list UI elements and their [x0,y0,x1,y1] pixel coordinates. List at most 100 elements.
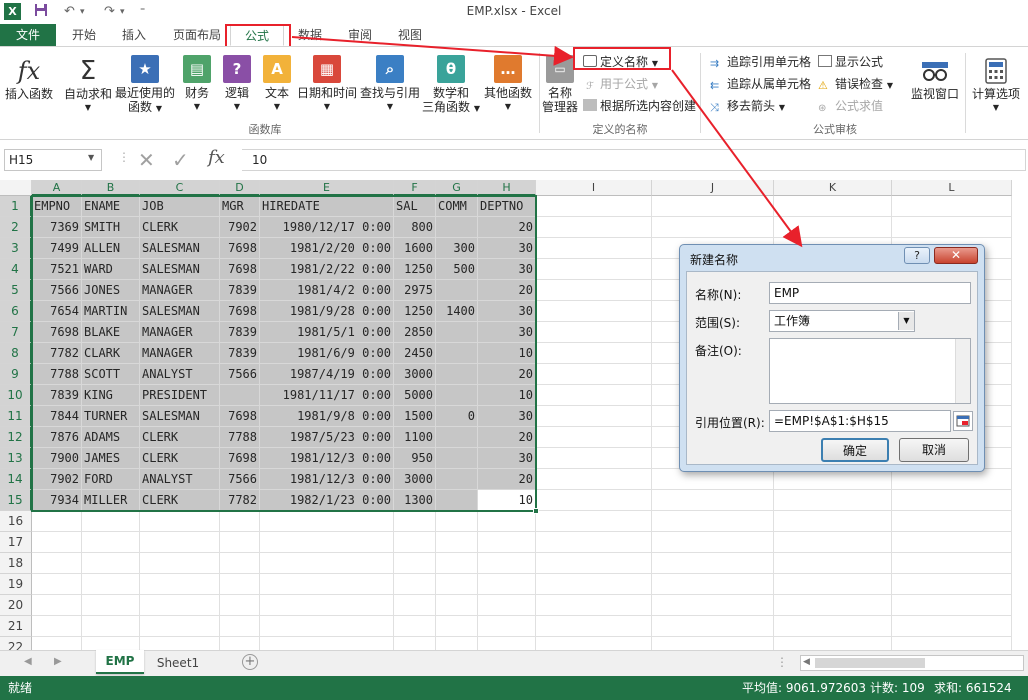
cell[interactable] [260,595,394,616]
cell[interactable] [652,616,774,637]
cell-b15[interactable]: MILLER [82,490,140,511]
cell[interactable] [82,595,140,616]
cell-c8[interactable]: MANAGER [140,343,220,364]
cell[interactable] [436,595,478,616]
cell-d11[interactable]: 7698 [220,406,260,427]
cell[interactable] [436,574,478,595]
column-header-e[interactable]: E [260,180,394,196]
cell[interactable] [478,553,536,574]
cell-d8[interactable]: 7839 [220,343,260,364]
cell-a13[interactable]: 7900 [32,448,82,469]
cell[interactable] [220,595,260,616]
cell[interactable] [394,511,436,532]
cell-e2[interactable]: 1980/12/17 0:00 [260,217,394,238]
scroll-left-icon[interactable]: ◀ [24,656,32,667]
cell-a4[interactable]: 7521 [32,259,82,280]
cell-b1[interactable]: ENAME [82,196,140,217]
insert-function-icon[interactable]: fx [208,147,225,168]
cell[interactable] [892,553,1012,574]
cell-e12[interactable]: 1987/5/23 0:00 [260,427,394,448]
row-header-7[interactable]: 7 [0,322,32,343]
cell[interactable] [536,490,652,511]
cell-b3[interactable]: ALLEN [82,238,140,259]
cell[interactable] [774,637,892,650]
column-header-h[interactable]: H [478,180,536,196]
cell[interactable] [774,490,892,511]
cell[interactable] [536,322,652,343]
collapse-dialog-icon[interactable] [953,411,973,431]
cell-b10[interactable]: KING [82,385,140,406]
name-box-dropdown-icon[interactable]: ▼ [88,153,94,162]
row-header-9[interactable]: 9 [0,364,32,385]
cell[interactable] [436,280,478,301]
cell[interactable] [652,217,774,238]
cell-c11[interactable]: SALESMAN [140,406,220,427]
cell-b2[interactable]: SMITH [82,217,140,238]
cell[interactable] [774,469,892,490]
cell[interactable] [892,532,1012,553]
cell[interactable] [436,511,478,532]
cell-a1[interactable]: EMPNO [32,196,82,217]
tab-data[interactable]: 数据 [290,24,330,46]
cell[interactable] [652,574,774,595]
cell[interactable] [260,574,394,595]
calculation-options-button[interactable]: 计算选项 ▼ [967,55,1025,115]
column-header-c[interactable]: C [140,180,220,196]
cell[interactable] [220,553,260,574]
cell-d6[interactable]: 7698 [220,301,260,322]
cell-d7[interactable]: 7839 [220,322,260,343]
cell[interactable] [536,637,652,650]
cell-b13[interactable]: JAMES [82,448,140,469]
cell[interactable] [536,259,652,280]
sheet-splitter-icon[interactable]: ⋮ [776,655,788,669]
cell[interactable] [536,364,652,385]
chevron-down-icon[interactable]: ▼ [898,312,914,330]
cell[interactable] [260,511,394,532]
cell[interactable] [260,553,394,574]
autosum-button[interactable]: Σ 自动求和 ▼ [60,55,116,115]
cell[interactable] [436,217,478,238]
formula-input[interactable]: 10 [242,149,1026,171]
tab-home[interactable]: 开始 [64,24,104,46]
cell-a15[interactable]: 7934 [32,490,82,511]
cell-f11[interactable]: 1500 [394,406,436,427]
cell-c6[interactable]: SALESMAN [140,301,220,322]
cell[interactable] [478,595,536,616]
cell[interactable] [774,616,892,637]
cell[interactable] [774,217,892,238]
cell[interactable] [436,532,478,553]
cell-h13[interactable]: 30 [478,448,536,469]
error-checking-button[interactable]: ⚠ 错误检查 ▼ [818,75,893,93]
cell[interactable] [82,511,140,532]
cell-f15[interactable]: 1300 [394,490,436,511]
column-header-k[interactable]: K [774,180,892,196]
row-header-14[interactable]: 14 [0,469,32,490]
cell[interactable] [478,574,536,595]
column-header-f[interactable]: F [394,180,436,196]
cell[interactable] [892,490,1012,511]
cell[interactable] [536,511,652,532]
cell[interactable] [394,532,436,553]
cell-g3[interactable]: 300 [436,238,478,259]
cell-b5[interactable]: JONES [82,280,140,301]
cell-f2[interactable]: 800 [394,217,436,238]
tab-file[interactable]: 文件 [0,24,56,46]
column-header-d[interactable]: D [220,180,260,196]
cell-e4[interactable]: 1981/2/22 0:00 [260,259,394,280]
cell[interactable] [536,448,652,469]
cell-d5[interactable]: 7839 [220,280,260,301]
cell[interactable] [774,553,892,574]
cell[interactable] [774,574,892,595]
remove-arrows-button[interactable]: ⤨ 移去箭头 ▼ [710,97,785,115]
cancel-button[interactable]: 取消 [899,438,969,462]
cell[interactable] [892,574,1012,595]
evaluate-formula-button[interactable]: ⊛ 公式求值 [818,97,883,115]
cell-e1[interactable]: HIREDATE [260,196,394,217]
column-header-a[interactable]: A [32,180,82,196]
cell-b8[interactable]: CLARK [82,343,140,364]
cell[interactable] [436,364,478,385]
cell-f7[interactable]: 2850 [394,322,436,343]
cell-h9[interactable]: 20 [478,364,536,385]
cell-a2[interactable]: 7369 [32,217,82,238]
scrollbar-thumb[interactable] [815,658,925,668]
